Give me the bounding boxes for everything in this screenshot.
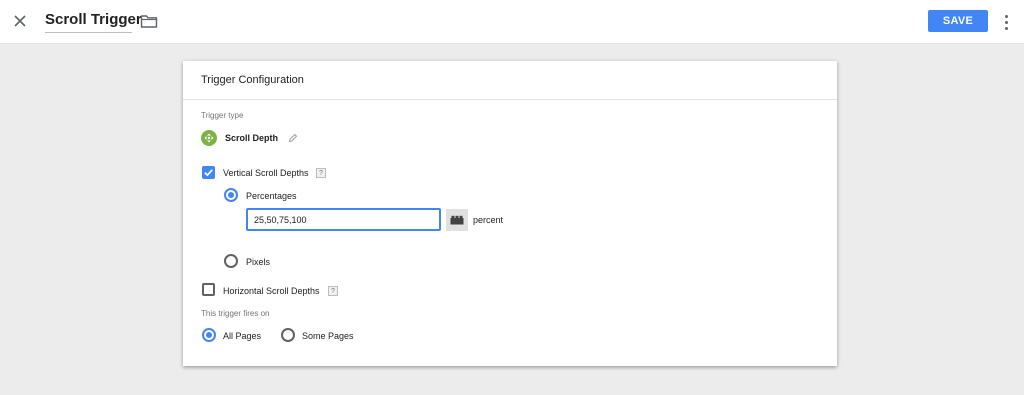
horizontal-help-icon[interactable]: ?	[328, 286, 338, 296]
more-options-button[interactable]	[998, 11, 1014, 31]
all-pages-label: All Pages	[223, 331, 262, 341]
variable-brick-icon	[450, 215, 464, 225]
vertical-scroll-depths-label: Vertical Scroll Depths	[223, 168, 309, 178]
percent-unit-label: percent	[473, 215, 504, 225]
percentages-radio[interactable]	[224, 188, 238, 202]
edit-icon[interactable]	[288, 133, 298, 143]
page-title: Scroll Trigger	[45, 11, 142, 28]
percentages-label: Percentages	[246, 191, 297, 201]
folder-button[interactable]	[140, 13, 158, 29]
trigger-type-label: Trigger type	[201, 111, 244, 120]
vertical-help-icon[interactable]: ?	[316, 168, 326, 178]
pixels-radio[interactable]	[224, 254, 238, 268]
folder-icon	[140, 15, 158, 28]
close-button[interactable]	[10, 11, 30, 31]
card-title: Trigger Configuration	[183, 61, 837, 100]
top-bar: Scroll Trigger SAVE	[0, 0, 1024, 44]
pixels-label: Pixels	[246, 257, 271, 267]
percentages-input[interactable]	[246, 208, 441, 231]
fires-on-label: This trigger fires on	[201, 309, 270, 318]
insert-variable-button[interactable]	[446, 209, 468, 231]
more-vert-icon	[998, 11, 1014, 30]
trigger-configuration-card: Trigger Configuration Trigger type Scrol…	[183, 61, 837, 366]
horizontal-scroll-depths-checkbox[interactable]	[202, 283, 215, 296]
scroll-depth-icon	[201, 130, 217, 146]
some-pages-radio[interactable]	[281, 328, 295, 342]
check-icon	[204, 169, 213, 177]
save-button[interactable]: SAVE	[928, 10, 988, 32]
title-field[interactable]: Scroll Trigger	[45, 11, 142, 33]
vertical-scroll-depths-checkbox[interactable]	[202, 166, 215, 179]
trigger-type-name: Scroll Depth	[225, 133, 279, 143]
some-pages-label: Some Pages	[302, 331, 354, 341]
close-icon	[14, 15, 26, 27]
all-pages-radio[interactable]	[202, 328, 216, 342]
horizontal-scroll-depths-label: Horizontal Scroll Depths	[223, 286, 320, 296]
